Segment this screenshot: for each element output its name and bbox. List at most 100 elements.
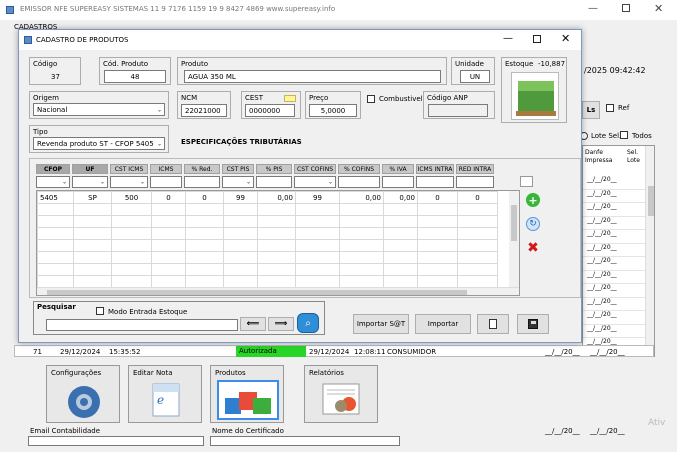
table-cell[interactable] xyxy=(417,239,458,252)
unidade-field[interactable]: UN xyxy=(460,70,490,83)
table-cell[interactable] xyxy=(457,263,498,276)
modo-entrada-checkbox[interactable] xyxy=(96,307,104,315)
table-cell[interactable] xyxy=(383,251,418,264)
table-cell[interactable] xyxy=(457,251,498,264)
table-cell[interactable] xyxy=(111,215,152,228)
tax-filter-select[interactable]: ⌄ xyxy=(36,176,70,188)
relatorios-button[interactable]: Relatórios xyxy=(304,365,378,423)
table-cell[interactable] xyxy=(111,203,152,216)
table-row[interactable] xyxy=(37,203,498,216)
todos-checkbox[interactable] xyxy=(620,131,628,139)
list-item[interactable]: __/__/20__ xyxy=(583,203,645,217)
importar-sat-button[interactable]: Importar S@T xyxy=(353,314,409,334)
table-cell[interactable] xyxy=(223,227,258,240)
pallet-icon[interactable] xyxy=(511,72,559,120)
grid-options-icon[interactable] xyxy=(520,176,533,187)
table-cell[interactable] xyxy=(295,239,340,252)
preco-field[interactable]: 5,0000 xyxy=(309,104,357,117)
tax-grid-hscroll[interactable] xyxy=(37,287,519,295)
table-row[interactable] xyxy=(37,263,498,276)
table-cell[interactable] xyxy=(339,275,384,288)
list-item[interactable]: __/__/20__ xyxy=(583,244,645,257)
table-cell[interactable] xyxy=(185,251,224,264)
prev-button[interactable]: ⟸ xyxy=(240,317,266,331)
table-cell[interactable] xyxy=(73,263,112,276)
tax-filter-select[interactable]: ⌄ xyxy=(222,176,254,188)
cest-note-icon[interactable] xyxy=(284,95,296,102)
minimize-button[interactable]: — xyxy=(588,3,598,14)
add-row-button[interactable]: + xyxy=(524,191,542,209)
table-cell[interactable] xyxy=(457,239,498,252)
dialog-maximize-button[interactable] xyxy=(533,35,541,43)
table-cell[interactable] xyxy=(383,263,418,276)
cod-produto-field[interactable]: 48 xyxy=(104,70,166,83)
table-cell[interactable] xyxy=(151,251,186,264)
tax-filter-select[interactable] xyxy=(184,176,220,188)
table-cell[interactable] xyxy=(417,215,458,228)
table-cell[interactable] xyxy=(339,227,384,240)
tax-filter-select[interactable]: ⌄ xyxy=(110,176,148,188)
right-list-scrollbar[interactable] xyxy=(645,146,654,356)
table-cell[interactable] xyxy=(257,203,296,216)
table-cell[interactable]: 5405 xyxy=(37,191,74,204)
list-item[interactable]: __/__/20__ xyxy=(583,311,645,325)
table-cell[interactable]: 0,00 xyxy=(383,191,418,204)
table-cell[interactable] xyxy=(111,263,152,276)
cert-field[interactable] xyxy=(210,436,400,446)
table-cell[interactable] xyxy=(151,227,186,240)
table-cell[interactable] xyxy=(295,203,340,216)
cest-field[interactable]: 0000000 xyxy=(245,104,295,117)
tax-filter-select[interactable]: ⌄ xyxy=(72,176,108,188)
tax-filter-select[interactable] xyxy=(150,176,182,188)
table-cell[interactable] xyxy=(223,263,258,276)
table-row[interactable] xyxy=(37,215,498,228)
table-cell[interactable] xyxy=(223,215,258,228)
search-button[interactable]: ⌕ xyxy=(297,313,319,333)
list-item[interactable]: __/__/20__ xyxy=(583,217,645,230)
table-cell[interactable] xyxy=(223,251,258,264)
table-cell[interactable]: 500 xyxy=(111,191,152,204)
table-cell[interactable] xyxy=(295,275,340,288)
table-row[interactable]: 5405 SP 500 0 0 99 0,00 99 0,00 0,00 0 0 xyxy=(37,191,498,204)
table-row[interactable] xyxy=(37,275,498,288)
table-cell[interactable] xyxy=(37,203,74,216)
table-cell[interactable] xyxy=(257,251,296,264)
table-cell[interactable]: 0,00 xyxy=(257,191,296,204)
table-cell[interactable] xyxy=(223,239,258,252)
main-list-row[interactable]: 71 29/12/2024 15:35:52 Autorizada 29/12/… xyxy=(14,345,654,357)
list-item[interactable]: __/__/20__ xyxy=(583,190,645,203)
list-item[interactable]: __/__/20__ xyxy=(583,230,645,244)
table-cell[interactable] xyxy=(185,227,224,240)
table-cell[interactable] xyxy=(73,203,112,216)
table-cell[interactable] xyxy=(223,275,258,288)
table-cell[interactable] xyxy=(295,251,340,264)
table-cell[interactable] xyxy=(73,227,112,240)
list-item[interactable]: __/__/20__ xyxy=(583,257,645,271)
table-cell[interactable] xyxy=(151,239,186,252)
table-cell[interactable] xyxy=(185,263,224,276)
table-cell[interactable] xyxy=(383,203,418,216)
tax-filter-select[interactable] xyxy=(338,176,380,188)
combustivel-checkbox[interactable] xyxy=(367,95,375,103)
table-cell[interactable] xyxy=(417,203,458,216)
table-cell[interactable] xyxy=(185,239,224,252)
search-input[interactable] xyxy=(46,319,238,331)
table-cell[interactable] xyxy=(37,263,74,276)
ncm-field[interactable]: 22021000 xyxy=(181,104,227,117)
table-cell[interactable] xyxy=(73,251,112,264)
tax-filter-select[interactable]: ⌄ xyxy=(294,176,336,188)
table-cell[interactable] xyxy=(295,227,340,240)
table-cell[interactable] xyxy=(383,215,418,228)
list-item[interactable]: __/__/20__ xyxy=(583,271,645,284)
refresh-row-button[interactable]: ↻ xyxy=(524,215,542,233)
dialog-minimize-button[interactable]: — xyxy=(503,33,513,44)
table-cell[interactable] xyxy=(339,239,384,252)
tax-filter-select[interactable] xyxy=(382,176,414,188)
table-cell[interactable] xyxy=(457,227,498,240)
table-cell[interactable] xyxy=(151,203,186,216)
importar-button[interactable]: Importar xyxy=(415,314,471,334)
ls-badge[interactable]: Ls xyxy=(582,101,600,119)
email-field[interactable] xyxy=(28,436,204,446)
table-cell[interactable] xyxy=(37,239,74,252)
table-cell[interactable]: 0 xyxy=(185,191,224,204)
